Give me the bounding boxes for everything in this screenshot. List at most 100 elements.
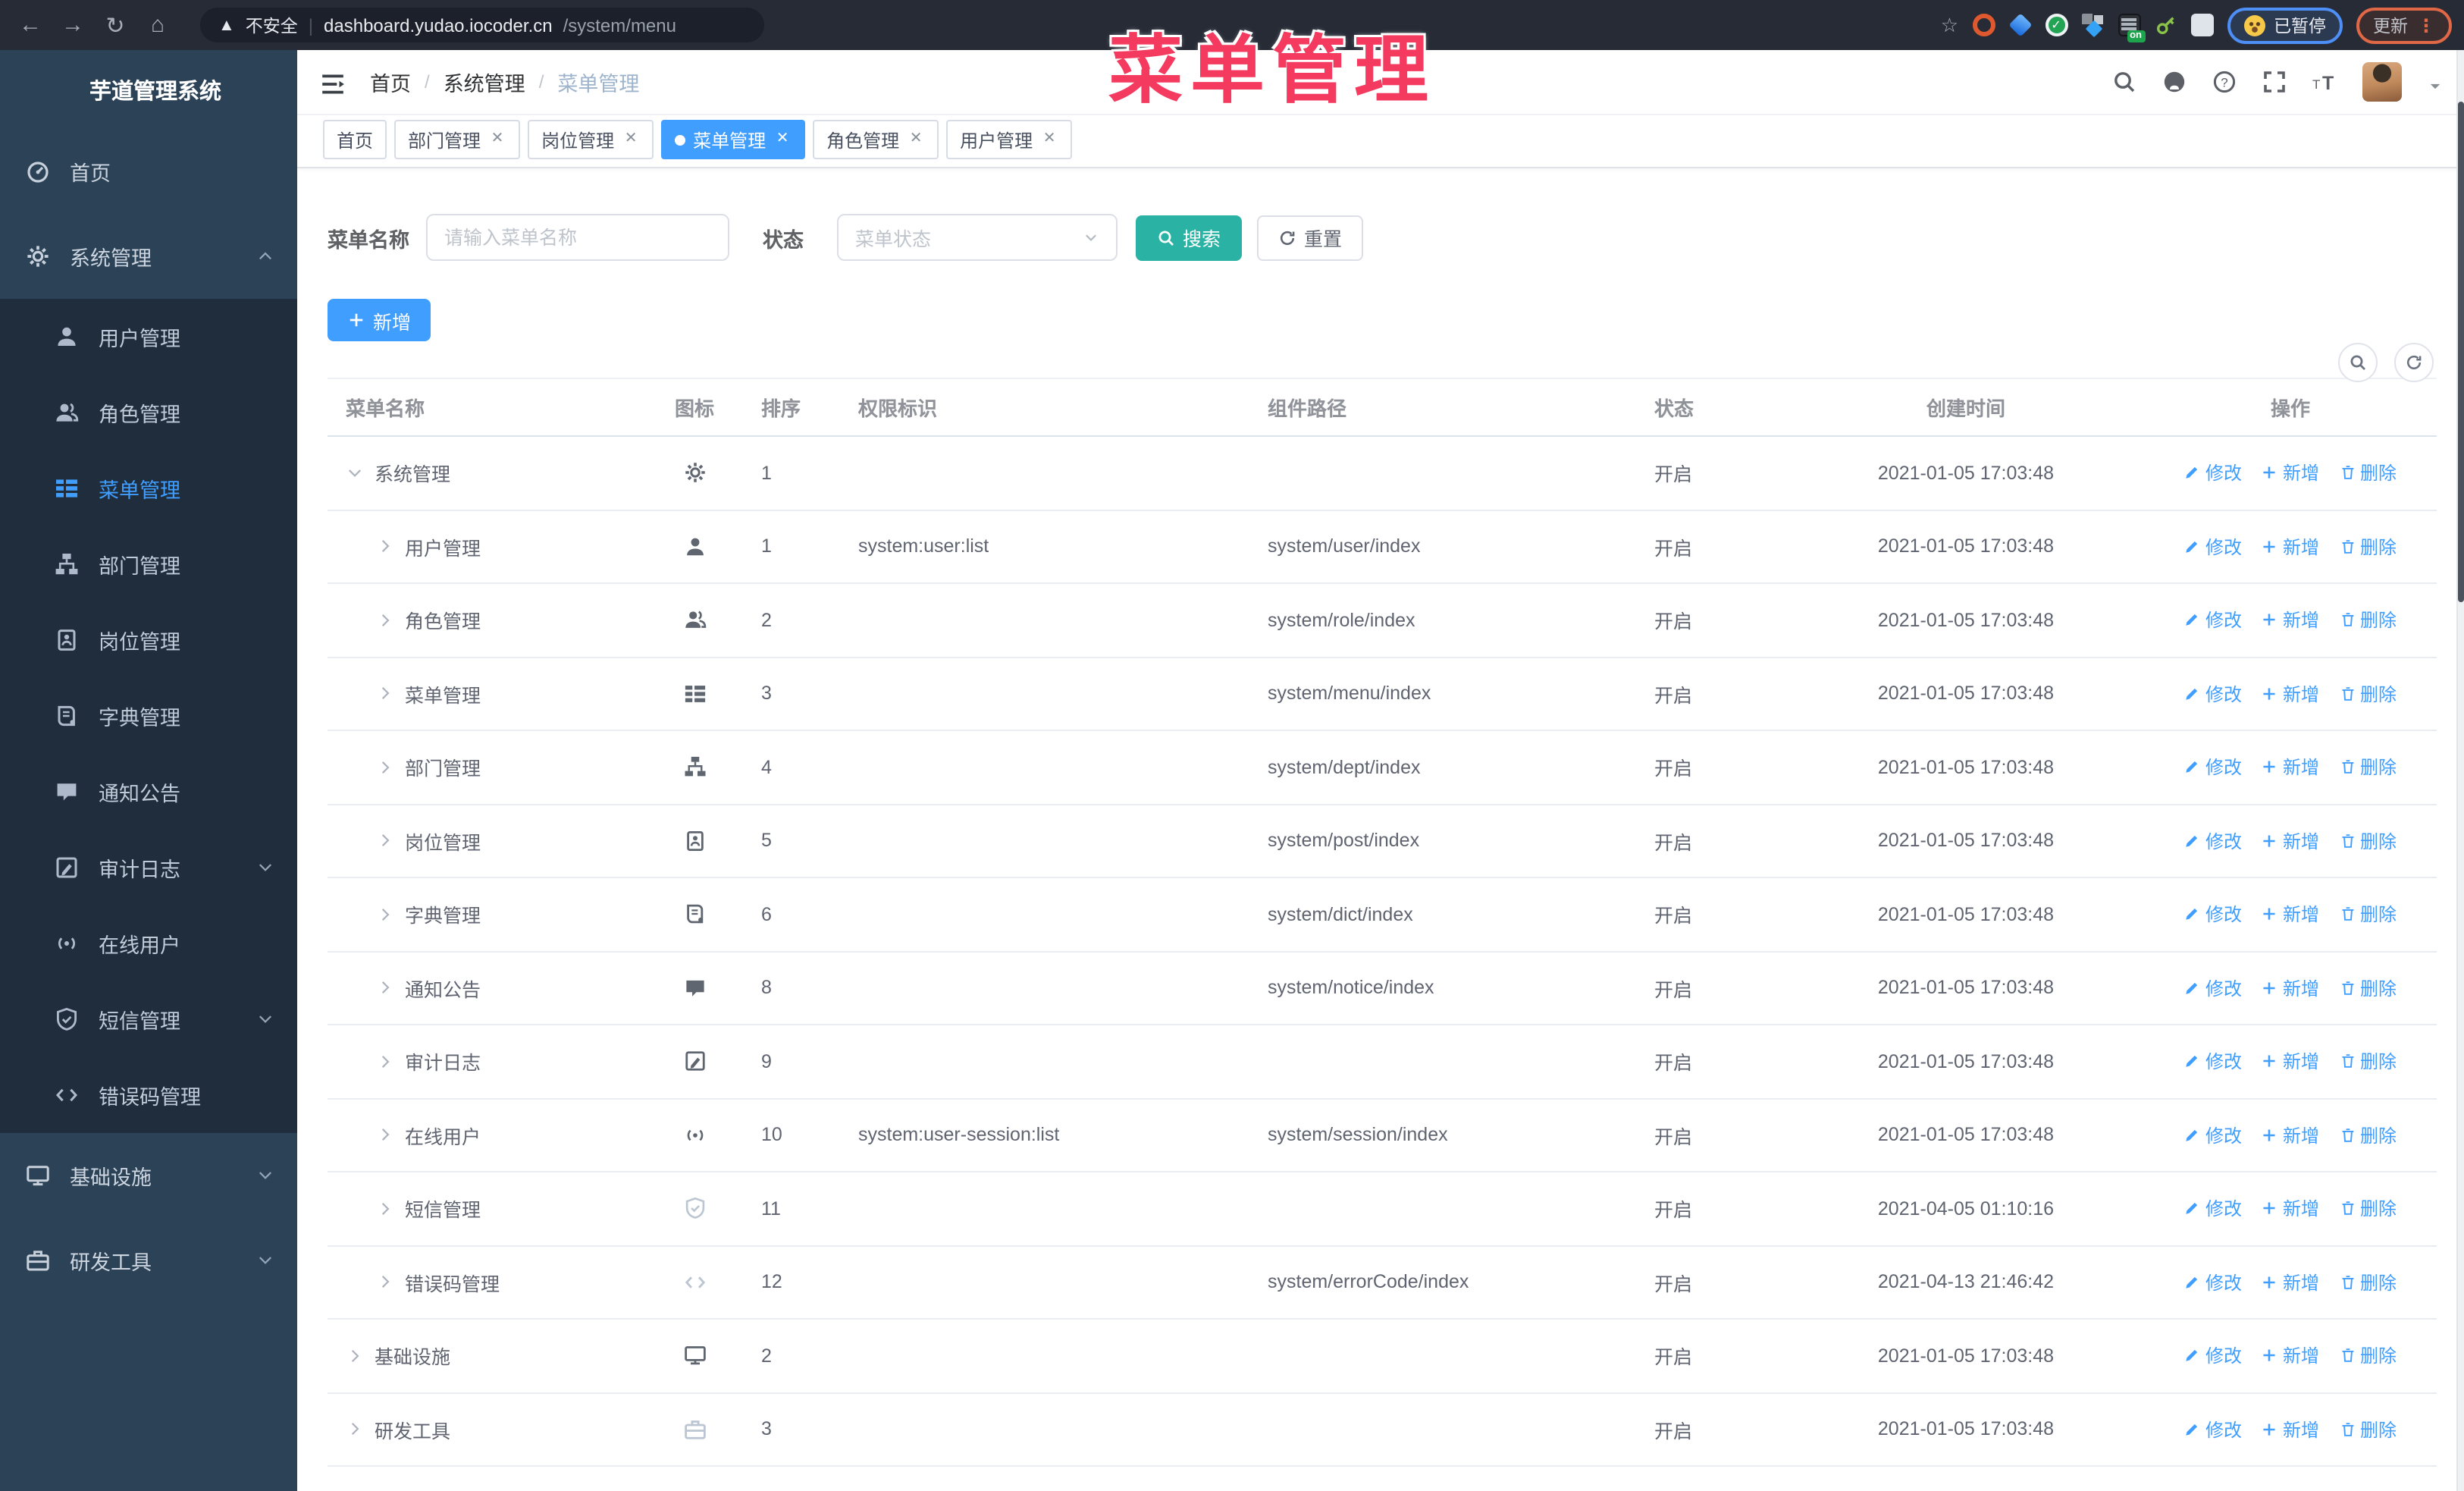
collapse-sidebar-icon[interactable]: [320, 71, 346, 93]
add-action-link[interactable]: 新增: [2262, 828, 2319, 854]
sidebar-item-系统管理[interactable]: 系统管理: [0, 214, 297, 299]
delete-action-link[interactable]: 删除: [2339, 975, 2397, 1001]
extension-key-icon[interactable]: [2154, 14, 2177, 36]
add-action-link[interactable]: 新增: [2262, 975, 2319, 1001]
status-select[interactable]: 菜单状态: [837, 214, 1118, 261]
tab-部门管理[interactable]: 部门管理 ✕: [394, 120, 521, 159]
edit-action-link[interactable]: 修改: [2184, 975, 2242, 1001]
sidebar-item-通知公告[interactable]: 通知公告: [0, 754, 297, 830]
github-icon[interactable]: [2162, 70, 2187, 94]
back-icon[interactable]: ←: [9, 4, 52, 46]
delete-action-link[interactable]: 删除: [2339, 681, 2397, 707]
delete-action-link[interactable]: 删除: [2339, 1122, 2397, 1148]
edit-action-link[interactable]: 修改: [2184, 460, 2242, 486]
tab-close-icon[interactable]: ✕: [622, 130, 640, 149]
breadcrumb-system[interactable]: 系统管理: [444, 67, 525, 97]
add-action-link[interactable]: 新增: [2262, 460, 2319, 486]
edit-action-link[interactable]: 修改: [2184, 902, 2242, 928]
bookmark-star-icon[interactable]: ☆: [1941, 13, 1958, 37]
add-action-link[interactable]: 新增: [2262, 1196, 2319, 1222]
caret-collapsed-icon[interactable]: [376, 1273, 394, 1292]
caret-collapsed-icon[interactable]: [346, 1420, 364, 1439]
tab-首页[interactable]: 首页: [323, 120, 387, 159]
delete-action-link[interactable]: 删除: [2339, 902, 2397, 928]
chrome-update-button[interactable]: 更新 ⋮: [2356, 7, 2452, 43]
extension-blue-gem-icon[interactable]: [2008, 13, 2032, 37]
delete-action-link[interactable]: 删除: [2339, 755, 2397, 780]
refresh-table-button[interactable]: [2394, 343, 2434, 382]
edit-action-link[interactable]: 修改: [2184, 1270, 2242, 1295]
extension-green-check-icon[interactable]: ✓: [2045, 14, 2067, 36]
avatar-caret-down-icon[interactable]: [2428, 74, 2443, 89]
sidebar-item-短信管理[interactable]: 短信管理: [0, 981, 297, 1057]
page-scrollbar[interactable]: [2456, 50, 2464, 1491]
caret-collapsed-icon[interactable]: [376, 1200, 394, 1218]
edit-action-link[interactable]: 修改: [2184, 1417, 2242, 1442]
add-action-link[interactable]: 新增: [2262, 1122, 2319, 1148]
delete-action-link[interactable]: 删除: [2339, 828, 2397, 854]
show-search-toggle-button[interactable]: [2338, 343, 2378, 382]
app-logo-row[interactable]: 芋道管理系统: [0, 50, 297, 129]
sidebar-item-用户管理[interactable]: 用户管理: [0, 299, 297, 375]
font-size-icon[interactable]: TT: [2312, 70, 2337, 94]
caret-collapsed-icon[interactable]: [376, 906, 394, 924]
delete-action-link[interactable]: 删除: [2339, 1196, 2397, 1222]
extension-list-on-icon[interactable]: on: [2118, 14, 2145, 42]
edit-action-link[interactable]: 修改: [2184, 1122, 2242, 1148]
sidebar-item-首页[interactable]: 首页: [0, 129, 297, 214]
forward-icon[interactable]: →: [52, 4, 94, 46]
delete-action-link[interactable]: 删除: [2339, 534, 2397, 560]
caret-collapsed-icon[interactable]: [376, 611, 394, 629]
edit-action-link[interactable]: 修改: [2184, 1049, 2242, 1075]
add-action-link[interactable]: 新增: [2262, 1343, 2319, 1369]
search-button[interactable]: 搜索: [1136, 215, 1243, 260]
sidebar-item-菜单管理[interactable]: 菜单管理: [0, 450, 297, 526]
sidebar-item-字典管理[interactable]: 字典管理: [0, 678, 297, 754]
sidebar-item-在线用户[interactable]: 在线用户: [0, 906, 297, 981]
tab-菜单管理[interactable]: 菜单管理 ✕: [661, 120, 806, 159]
add-action-link[interactable]: 新增: [2262, 1417, 2319, 1442]
profile-paused-badge[interactable]: 已暂停: [2227, 7, 2343, 43]
add-button[interactable]: 新增: [328, 299, 431, 341]
sidebar-item-基础设施[interactable]: 基础设施: [0, 1133, 297, 1218]
breadcrumb-home[interactable]: 首页: [370, 67, 411, 97]
caret-collapsed-icon[interactable]: [376, 1126, 394, 1144]
home-icon[interactable]: ⌂: [136, 4, 179, 46]
header-search-icon[interactable]: [2112, 70, 2136, 94]
caret-collapsed-icon[interactable]: [376, 832, 394, 850]
tab-角色管理[interactable]: 角色管理 ✕: [813, 120, 939, 159]
delete-action-link[interactable]: 删除: [2339, 1343, 2397, 1369]
tab-close-icon[interactable]: ✕: [488, 130, 506, 149]
delete-action-link[interactable]: 删除: [2339, 1270, 2397, 1295]
tab-用户管理[interactable]: 用户管理 ✕: [946, 120, 1073, 159]
edit-action-link[interactable]: 修改: [2184, 828, 2242, 854]
kebab-menu-icon[interactable]: ⋮: [2417, 14, 2435, 36]
sidebar-item-部门管理[interactable]: 部门管理: [0, 526, 297, 602]
tab-close-icon[interactable]: ✕: [1040, 130, 1058, 149]
add-action-link[interactable]: 新增: [2262, 902, 2319, 928]
extensions-puzzle-icon[interactable]: [2190, 14, 2213, 36]
sidebar-item-岗位管理[interactable]: 岗位管理: [0, 602, 297, 678]
caret-collapsed-icon[interactable]: [376, 685, 394, 703]
extension-tabs-icon[interactable]: [2081, 14, 2104, 36]
sidebar-item-研发工具[interactable]: 研发工具: [0, 1218, 297, 1303]
add-action-link[interactable]: 新增: [2262, 755, 2319, 780]
edit-action-link[interactable]: 修改: [2184, 1196, 2242, 1222]
sidebar-item-角色管理[interactable]: 角色管理: [0, 375, 297, 450]
reload-icon[interactable]: ↻: [94, 4, 136, 46]
help-icon[interactable]: ?: [2212, 70, 2237, 94]
caret-collapsed-icon[interactable]: [346, 1347, 364, 1365]
edit-action-link[interactable]: 修改: [2184, 607, 2242, 633]
page-scrollbar-thumb[interactable]: [2458, 102, 2464, 602]
caret-expanded-icon[interactable]: [346, 464, 364, 482]
edit-action-link[interactable]: 修改: [2184, 681, 2242, 707]
menu-name-input[interactable]: [426, 214, 729, 261]
caret-collapsed-icon[interactable]: [376, 758, 394, 777]
address-bar[interactable]: ▲ 不安全 | dashboard.yudao.iocoder.cn/syste…: [200, 8, 764, 42]
caret-collapsed-icon[interactable]: [376, 1053, 394, 1071]
fullscreen-icon[interactable]: [2262, 70, 2287, 94]
caret-collapsed-icon[interactable]: [376, 538, 394, 556]
add-action-link[interactable]: 新增: [2262, 607, 2319, 633]
delete-action-link[interactable]: 删除: [2339, 1049, 2397, 1075]
add-action-link[interactable]: 新增: [2262, 1049, 2319, 1075]
